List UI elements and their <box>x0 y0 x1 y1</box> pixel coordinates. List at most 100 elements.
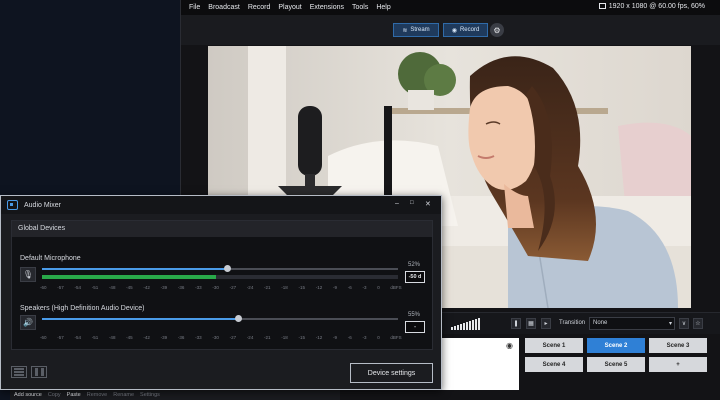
db-scale-tick: -45 <box>126 335 133 340</box>
microphone-volume-slider[interactable] <box>42 265 398 272</box>
pause-icon[interactable]: ❚ <box>511 318 521 329</box>
microphone-icon[interactable]: 🎙 <box>20 267 36 282</box>
speakers-volume-percent: 55% <box>408 312 421 318</box>
db-scale-tick: -3 <box>362 335 367 340</box>
gear-icon[interactable]: ⚙ <box>490 23 504 37</box>
db-scale-tick: -51 <box>91 285 99 290</box>
db-scale-tick: -36 <box>177 285 185 290</box>
stream-button[interactable]: ≋ Stream <box>393 23 439 37</box>
db-scale-tick: -36 <box>177 335 185 340</box>
speakers-volume-handle[interactable] <box>234 315 242 322</box>
menu-file[interactable]: File <box>189 4 200 11</box>
db-scale-tick: -27 <box>229 285 237 290</box>
db-scale-tick: -24 <box>246 285 254 290</box>
db-scale-tick: -48 <box>108 285 116 290</box>
close-icon[interactable]: ✕ <box>425 200 431 208</box>
microphone-volume-percent: 52% <box>408 262 421 268</box>
db-scale-tick: -39 <box>160 335 168 340</box>
transition-select[interactable]: None ▾ <box>589 317 675 330</box>
copy-source-button[interactable]: Copy <box>48 392 61 398</box>
microphone-level-fill <box>42 275 217 279</box>
grid-icon[interactable]: ▦ <box>526 318 536 329</box>
remove-source-button[interactable]: Remove <box>87 392 107 398</box>
record-button[interactable]: ◉ Record <box>443 23 488 37</box>
db-scale-tick: -33 <box>195 335 202 340</box>
speakers-db-readout: - <box>405 321 425 333</box>
audio-mixer-dialog: Audio Mixer – □ ✕ Global Devices Default… <box>0 195 442 390</box>
device-settings-button[interactable]: Device settings <box>350 363 433 383</box>
db-scale-tick: -54 <box>74 335 81 340</box>
db-scale-tick: -27 <box>229 335 237 340</box>
db-scale-tick: -54 <box>74 285 81 290</box>
db-scale-tick: -60 <box>40 285 47 290</box>
source-settings-button[interactable]: Settings <box>140 392 160 398</box>
maximize-icon[interactable]: □ <box>410 200 414 206</box>
dialog-title: Audio Mixer <box>24 201 61 209</box>
audio-level-icon <box>451 318 480 330</box>
db-scale-tick: -57 <box>57 335 64 340</box>
dialog-title-bar[interactable]: Audio Mixer – □ ✕ <box>1 196 441 214</box>
menu-extensions[interactable]: Extensions <box>310 4 344 11</box>
db-scale-tick: -42 <box>143 335 150 340</box>
db-scale-tick: 0 <box>377 335 380 340</box>
db-scale-tick: -30 <box>212 335 219 340</box>
skip-icon[interactable]: ▸ <box>541 318 551 329</box>
microphone-db-readout: -50 d <box>405 271 425 283</box>
scene-button-active[interactable]: Scene 2 <box>587 338 645 353</box>
scene-button[interactable]: Scene 5 <box>587 357 645 372</box>
db-scale-tick: -18 <box>281 335 288 340</box>
db-scale-tick: -3 <box>362 285 367 290</box>
menu-tools[interactable]: Tools <box>352 4 368 11</box>
speakers-volume-slider[interactable] <box>42 315 398 322</box>
menu-record[interactable]: Record <box>248 4 271 11</box>
transition-selected: None <box>593 320 608 326</box>
add-source-button[interactable]: Add source <box>14 392 42 398</box>
db-scale-tick: dBFS <box>390 335 402 340</box>
microphone-volume-fill <box>42 268 228 270</box>
record-button-label: Record <box>459 27 480 33</box>
vertical-layout-icon[interactable] <box>31 366 47 378</box>
db-scale-tick: -21 <box>264 335 271 340</box>
db-scale-tick: -15 <box>298 335 306 340</box>
sources-toolbar: Add source Copy Paste Remove Rename Sett… <box>10 390 340 400</box>
db-scale-tick: -21 <box>264 285 271 290</box>
add-scene-button[interactable]: + <box>649 357 707 372</box>
scene-button[interactable]: Scene 1 <box>525 338 583 353</box>
menu-help[interactable]: Help <box>376 4 390 11</box>
horizontal-layout-icon[interactable] <box>11 366 27 378</box>
scene-button[interactable]: Scene 3 <box>649 338 707 353</box>
star-icon[interactable]: ☆ <box>693 318 703 329</box>
db-scale-tick: -57 <box>57 285 64 290</box>
db-scale-tick: -48 <box>108 335 116 340</box>
scenes-grid: Scene 1 Scene 2 Scene 3 Scene 4 Scene 5 … <box>525 338 713 372</box>
db-scale-tick: -9 <box>332 285 337 290</box>
chevron-down-icon[interactable]: ∨ <box>679 318 689 329</box>
global-devices-panel: Global Devices Default Microphone 🎙 -60-… <box>11 220 433 350</box>
speakers-volume-fill <box>42 318 238 320</box>
menu-broadcast[interactable]: Broadcast <box>208 4 240 11</box>
toolbar: ≋ Stream ◉ Record ⚙ <box>181 15 720 45</box>
minimize-icon[interactable]: – <box>395 200 399 207</box>
db-scale-tick: -51 <box>91 335 99 340</box>
db-scale-tick: dBFS <box>390 285 402 290</box>
record-icon: ◉ <box>451 27 457 34</box>
menu-playout[interactable]: Playout <box>278 4 301 11</box>
rename-source-button[interactable]: Rename <box>113 392 134 398</box>
scene-button[interactable]: Scene 4 <box>525 357 583 372</box>
resolution-indicator: 1920 x 1080 @ 60.00 fps, 60% <box>598 3 705 10</box>
db-scale-tick: -6 <box>347 285 352 290</box>
eye-icon[interactable]: ◉ <box>506 341 513 350</box>
microphone-db-scale: -60 -57 -54 -51 -48 -45 -42 -39 -36 -33 -30 -27 -24-… <box>40 285 402 290</box>
broadcast-icon: ≋ <box>402 27 408 34</box>
app-logo-icon <box>7 200 18 210</box>
speaker-icon[interactable]: 🔊 <box>20 315 36 330</box>
microphone-volume-handle[interactable] <box>224 265 232 272</box>
db-scale-tick: -18 <box>281 285 288 290</box>
speakers-db-scale: -60 -57 -54 -51 -48 -45 -42 -39 -36 -33 -30 -27 -24-… <box>40 335 402 340</box>
db-scale-tick: -12 <box>315 335 323 340</box>
menu-bar: File Broadcast Record Playout Extensions… <box>181 0 720 15</box>
transition-label: Transition <box>559 320 586 326</box>
paste-source-button[interactable]: Paste <box>67 392 81 398</box>
resolution-text: 1920 x 1080 @ 60.00 fps, 60% <box>608 3 705 10</box>
db-scale-tick: -33 <box>195 285 202 290</box>
